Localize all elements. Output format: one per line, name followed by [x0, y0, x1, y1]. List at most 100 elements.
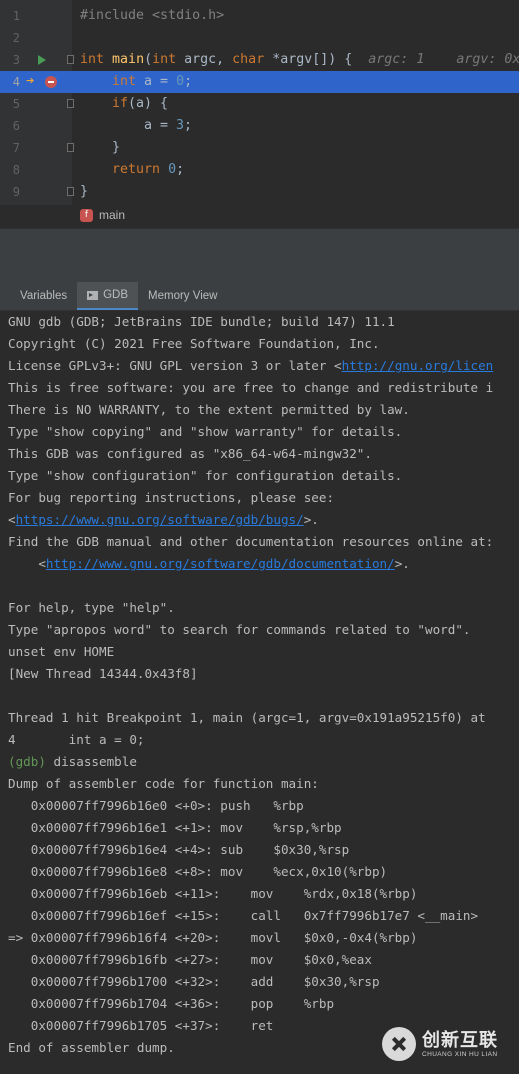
console-line: Type "show copying" and "show warranty" …: [8, 424, 403, 439]
fold-marker-icon[interactable]: [67, 99, 74, 108]
breadcrumb[interactable]: f main: [80, 205, 125, 225]
code-statement: int a = 0;: [112, 74, 192, 89]
console-line: 4 int a = 0;: [8, 732, 145, 747]
code-line-7[interactable]: 7 }: [0, 137, 519, 159]
line-number: 3: [12, 53, 20, 67]
run-gutter-icon[interactable]: [38, 55, 46, 65]
tab-variables[interactable]: Variables: [0, 282, 77, 310]
console-text: <: [8, 512, 16, 527]
code-line-1[interactable]: 1 #include <stdio.h>: [0, 5, 519, 27]
console-text: License GPLv3+: GNU GPL version 3 or lat…: [8, 358, 342, 373]
asm-line: 0x00007ff7996b16ef <+15>: call 0x7ff7996…: [8, 908, 479, 923]
console-line: License GPLv3+: GNU GPL version 3 or lat…: [8, 355, 493, 377]
gdb-console[interactable]: GNU gdb (GDB; JetBrains IDE bundle; buil…: [0, 311, 519, 1074]
fold-marker-icon[interactable]: [67, 187, 74, 196]
code-text: ;: [176, 162, 185, 177]
line-number: 6: [12, 119, 20, 133]
asm-line: 0x00007ff7996b16e1 <+1>: mov %rsp,%rbp: [8, 820, 342, 835]
code-line-6[interactable]: 6 a = 3;: [0, 115, 519, 137]
fold-marker-icon[interactable]: [67, 143, 74, 152]
console-line: For bug reporting instructions, please s…: [8, 490, 335, 505]
console-line: <http://www.gnu.org/software/gdb/documen…: [8, 553, 410, 575]
line-number: 1: [12, 9, 20, 23]
console-line: Find the GDB manual and other documentat…: [8, 534, 494, 549]
watermark-main: 创新互联: [422, 1029, 498, 1051]
asm-line: 0x00007ff7996b16eb <+11>: mov %rdx,0x18(…: [8, 886, 418, 901]
breakpoint-icon[interactable]: [45, 76, 57, 88]
function-icon: f: [80, 208, 93, 222]
console-line: End of assembler dump.: [8, 1040, 175, 1055]
inline-value-argc: argc: 1: [368, 52, 425, 67]
debug-toolbar-area: [0, 254, 519, 282]
tab-label: Memory View: [148, 290, 218, 302]
inline-value-argv: argv: 0x: [456, 52, 519, 67]
code-text: ;: [184, 118, 193, 133]
code-line-9[interactable]: 9 }: [0, 181, 519, 203]
console-text: >.: [394, 556, 410, 571]
console-command-line: (gdb) disassemble: [8, 751, 137, 773]
fold-marker-icon[interactable]: [67, 55, 74, 64]
console-line: Copyright (C) 2021 Free Software Foundat…: [8, 336, 380, 351]
number-literal: 3: [176, 118, 185, 133]
tab-label: GDB: [103, 289, 129, 301]
breadcrumb-item-main[interactable]: main: [99, 208, 125, 222]
tab-label: Variables: [20, 290, 68, 302]
keyword: if: [112, 96, 129, 111]
code-text: ;: [184, 74, 193, 89]
asm-line: 0x00007ff7996b16e4 <+4>: sub $0x30,%rsp: [8, 842, 350, 857]
console-line: Thread 1 hit Breakpoint 1, main (argc=1,…: [8, 710, 486, 725]
console-line: There is NO WARRANTY, to the extent perm…: [8, 402, 410, 417]
asm-line: 0x00007ff7996b1704 <+36>: pop %rbp: [8, 996, 335, 1011]
code-editor[interactable]: 1 #include <stdio.h> 2 3 int main(int ar…: [0, 0, 519, 228]
line-number: 9: [12, 185, 20, 199]
code-line-2[interactable]: 2: [0, 27, 519, 49]
gdb-prompt: (gdb): [8, 754, 46, 769]
bugs-link[interactable]: https://www.gnu.org/software/gdb/bugs/: [16, 512, 304, 527]
code-line-4-current[interactable]: 4 ➔ int a = 0;: [0, 71, 519, 93]
gdb-command: disassemble: [45, 754, 137, 769]
code-line-5[interactable]: 5 if(a) {: [0, 93, 519, 115]
tab-memory-view[interactable]: Memory View: [138, 282, 227, 310]
code-text: a =: [136, 74, 177, 89]
debug-tabs: Variables GDB Memory View: [0, 282, 519, 311]
code-statement: }: [112, 140, 121, 155]
line-number: 8: [12, 163, 20, 177]
asm-line: 0x00007ff7996b1700 <+32>: add $0x30,%rsp: [8, 974, 380, 989]
code-line-3[interactable]: 3 int main(int argc, char *argv[]) { arg…: [0, 49, 519, 71]
panel-splitter[interactable]: [0, 228, 519, 256]
execution-point-arrow-icon: ➔: [26, 73, 35, 89]
asm-line-current: => 0x00007ff7996b16f4 <+20>: movl $0x0,-…: [8, 930, 418, 945]
line-number: 2: [12, 31, 20, 45]
asm-line: 0x00007ff7996b1705 <+37>: ret: [8, 1018, 274, 1033]
line-number: 4: [12, 75, 20, 89]
line-number: 7: [12, 141, 20, 155]
code-statement: }: [80, 184, 89, 199]
license-link[interactable]: http://gnu.org/licen: [342, 358, 494, 373]
console-line: Type "apropos word" to search for comman…: [8, 622, 471, 637]
code-statement: a = 3;: [144, 118, 192, 133]
console-line: [New Thread 14344.0x43f8]: [8, 666, 198, 681]
code-line-8[interactable]: 8 return 0;: [0, 159, 519, 181]
console-line: This GDB was configured as "x86_64-w64-m…: [8, 446, 372, 461]
asm-line: 0x00007ff7996b16e8 <+8>: mov %ecx,0x10(%…: [8, 864, 388, 879]
watermark: 创新互联 CHUANG XIN HU LIAN: [382, 1027, 498, 1061]
documentation-link[interactable]: http://www.gnu.org/software/gdb/document…: [46, 556, 395, 571]
include-directive: #include <stdio.h>: [80, 8, 225, 23]
main-signature: int main(int argc, char *argv[]) { argc:…: [80, 52, 519, 67]
console-icon: [87, 290, 99, 300]
code-statement: return 0;: [112, 162, 184, 177]
console-line: unset env HOME: [8, 644, 115, 659]
keyword: return: [112, 162, 161, 177]
keyword: int: [112, 74, 137, 89]
console-line: For help, type "help".: [8, 600, 175, 615]
keyword: char: [232, 52, 265, 67]
tab-gdb[interactable]: GDB: [77, 282, 139, 310]
keyword: int: [80, 52, 105, 67]
watermark-text: 创新互联 CHUANG XIN HU LIAN: [422, 1029, 498, 1058]
console-text: <: [8, 556, 46, 571]
keyword: int: [152, 52, 177, 67]
code-text: a =: [144, 118, 177, 133]
console-line: This is free software: you are free to c…: [8, 380, 494, 395]
console-line: GNU gdb (GDB; JetBrains IDE bundle; buil…: [8, 314, 395, 329]
console-line: <https://www.gnu.org/software/gdb/bugs/>…: [8, 509, 319, 531]
